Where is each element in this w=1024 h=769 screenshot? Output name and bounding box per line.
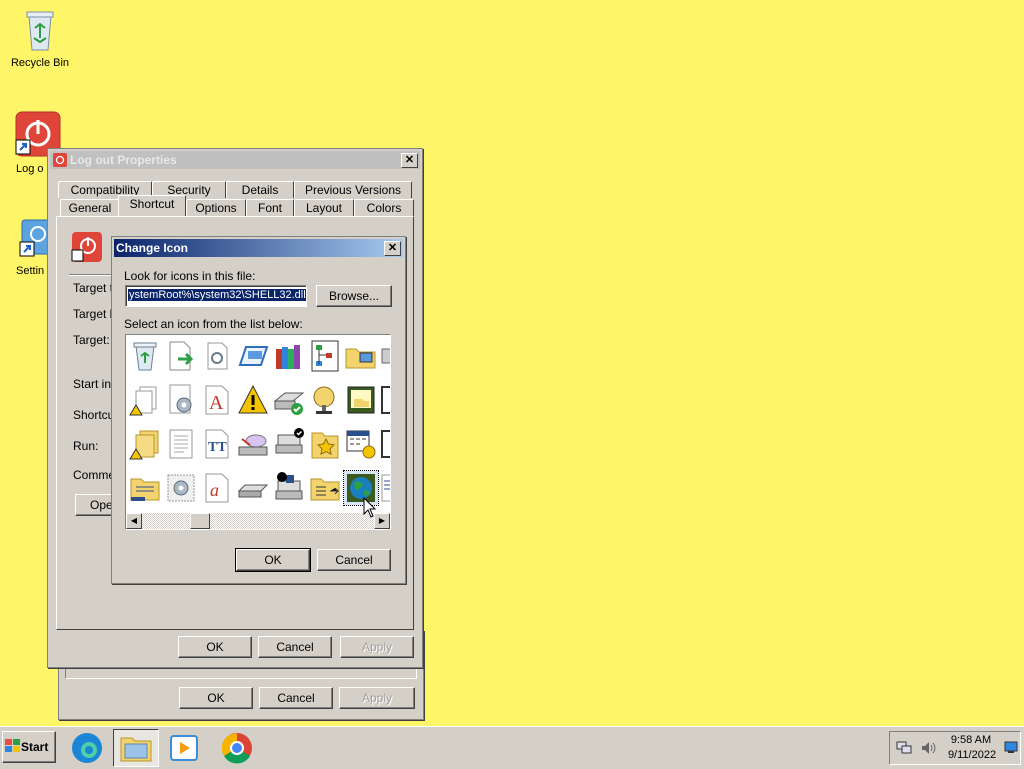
target-label: Target: [73, 333, 110, 347]
behind-apply-button[interactable]: Apply [339, 687, 415, 709]
tab-options[interactable]: Options [186, 199, 246, 216]
hard-drive-icon[interactable] [236, 471, 270, 505]
run-label: Run: [73, 439, 99, 453]
recycle-bin-icon [26, 11, 54, 51]
fax-printer-icon[interactable] [272, 471, 306, 505]
properties-close-button[interactable]: ✕ [401, 153, 418, 168]
change-icon-cancel-button[interactable]: Cancel [317, 549, 391, 571]
warning-documents-icon[interactable] [128, 383, 162, 417]
window-icon[interactable] [236, 339, 270, 373]
properties-titlebar[interactable]: Log out Properties ✕ [50, 151, 420, 169]
folder-notes-icon[interactable] [128, 471, 162, 505]
window-icon-partial-2[interactable] [380, 427, 390, 461]
properties-ok-button[interactable]: OK [178, 636, 252, 658]
document-list-icon-partial[interactable] [380, 471, 390, 505]
font-icon[interactable]: A [200, 383, 234, 417]
change-icon-titlebar[interactable]: Change Icon ✕ [114, 239, 403, 257]
drive-icon-partial[interactable] [380, 339, 390, 373]
svg-text:A: A [209, 392, 224, 414]
warning-folders-icon[interactable] [128, 427, 162, 461]
svg-text:a: a [210, 480, 219, 500]
tab-general[interactable]: General [60, 199, 120, 216]
file-explorer-taskbar-button[interactable] [113, 729, 159, 767]
settings-document-icon[interactable] [164, 383, 198, 417]
books-icon[interactable] [272, 339, 306, 373]
properties-apply-button[interactable]: Apply [340, 636, 414, 658]
network-icon[interactable] [896, 741, 912, 755]
warning-icon[interactable] [236, 383, 270, 417]
system-tray: 9:58 AM 9/11/2022 [889, 731, 1021, 765]
power-icon [53, 153, 67, 167]
scheduled-tasks-icon[interactable] [344, 427, 378, 461]
tab-colors[interactable]: Colors [354, 199, 414, 216]
start-button[interactable]: Start [2, 731, 56, 763]
scroll-thumb[interactable] [190, 513, 210, 529]
icon-file-path-value: ystemRoot%\system32\SHELL32.dll [128, 289, 306, 301]
tab-font[interactable]: Font [246, 199, 294, 216]
properties-cancel-button[interactable]: Cancel [258, 636, 332, 658]
cd-drive-icon[interactable] [236, 427, 270, 461]
start-in-label: Start in: [73, 377, 115, 391]
behind-ok-button[interactable]: OK [179, 687, 253, 709]
edge-icon[interactable] [70, 731, 104, 765]
change-icon-dialog: Change Icon ✕ Look for icons in this fil… [111, 236, 406, 584]
tab-previous-versions[interactable]: Previous Versions [294, 181, 412, 198]
mouse-cursor-icon [363, 497, 377, 518]
start-label: Start [21, 740, 49, 754]
clock-date[interactable]: 9/11/2022 [940, 749, 1004, 761]
folder-window-icon[interactable] [344, 383, 378, 417]
show-desktop-icon[interactable] [1004, 740, 1018, 754]
text-document-icon[interactable] [164, 427, 198, 461]
network-printer-icon[interactable] [272, 427, 306, 461]
icon-list-scrollbar[interactable]: ◀ ▶ [126, 513, 390, 529]
truetype-font-icon[interactable]: TT [200, 427, 234, 461]
printer-check-icon[interactable] [272, 383, 306, 417]
folder-list-icon[interactable] [308, 471, 342, 505]
gear-window-icon[interactable] [164, 471, 198, 505]
network-globe-icon[interactable] [308, 383, 342, 417]
change-icon-close-button[interactable]: ✕ [384, 241, 401, 256]
change-icon-title: Change Icon [116, 241, 189, 255]
gear-document-icon[interactable] [200, 339, 234, 373]
taskbar: Start 9:58 AM 9/11/2022 [0, 726, 1024, 769]
svg-text:TT: TT [208, 440, 227, 455]
icon-file-path-input[interactable]: ystemRoot%\system32\SHELL32.dll [125, 285, 307, 307]
chrome-icon[interactable] [220, 731, 254, 765]
look-for-icons-label: Look for icons in this file: [124, 269, 256, 283]
recycle-bin-label: Recycle Bin [10, 57, 70, 69]
recycle-bin-desktop-icon[interactable]: Recycle Bin [0, 8, 80, 69]
document-arrow-icon[interactable] [164, 339, 198, 373]
network-folder-icon[interactable] [344, 339, 378, 373]
select-icon-label: Select an icon from the list below: [124, 317, 303, 331]
recycle-bin-icon[interactable] [128, 339, 162, 373]
tab-shortcut[interactable]: Shortcut [118, 195, 186, 216]
star-folder-icon[interactable] [308, 427, 342, 461]
volume-icon[interactable] [920, 740, 936, 756]
font-a-icon[interactable]: a [200, 471, 234, 505]
folder-icon [120, 737, 152, 762]
clock-time[interactable]: 9:58 AM [946, 734, 996, 746]
scroll-left-button[interactable]: ◀ [126, 513, 142, 529]
behind-cancel-button[interactable]: Cancel [259, 687, 333, 709]
media-player-icon[interactable] [168, 733, 200, 763]
icon-list[interactable]: A TT a ◀ ▶ [125, 334, 391, 530]
properties-title: Log out Properties [70, 153, 177, 167]
windows-logo-icon [5, 739, 20, 752]
browse-button[interactable]: Browse... [316, 285, 392, 307]
network-tree-icon[interactable] [308, 339, 342, 373]
tab-details[interactable]: Details [226, 181, 294, 198]
change-icon-ok-button[interactable]: OK [235, 548, 311, 572]
shortcut-power-icon [71, 232, 102, 262]
window-icon-partial[interactable] [380, 383, 390, 417]
tab-layout[interactable]: Layout [294, 199, 354, 216]
